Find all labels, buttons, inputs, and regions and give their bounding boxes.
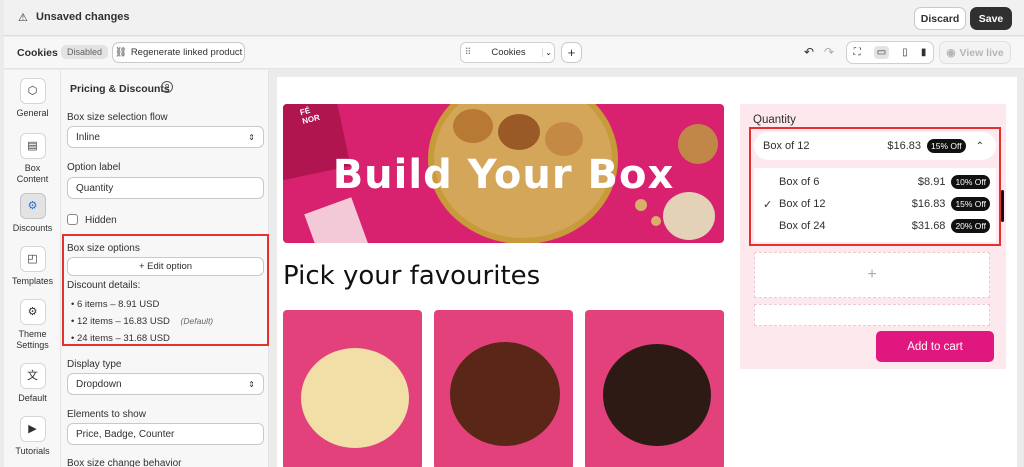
translate-icon: 文 [19, 363, 46, 389]
flow-label: Box size selection flow [67, 112, 168, 123]
editor-toolbar: Cookies Disabled ⛓ Regenerate linked pro… [4, 37, 1024, 69]
rail-label: Templates [11, 276, 54, 286]
chocolate-cookie-image [450, 342, 560, 446]
empty-slot[interactable] [754, 304, 990, 326]
display-type-value: Dropdown [76, 378, 122, 390]
hero-banner: FÉ NOR Build Your Box [283, 104, 724, 243]
view-live-label: View live [959, 46, 1004, 59]
flow-value: Inline [76, 131, 100, 143]
rail-item-discounts[interactable]: ⚙ Discounts [4, 193, 61, 234]
coin-image [651, 216, 661, 226]
scrollbar[interactable] [1001, 190, 1004, 222]
rail-label: Discounts [12, 223, 53, 233]
drag-handle-icon: ⠿ [464, 47, 472, 58]
select-chevron-icon: ⇕ [248, 379, 255, 389]
redo-icon[interactable]: ↷ [824, 45, 834, 59]
status-badge: Disabled [61, 45, 109, 59]
view-live-button[interactable]: ◉ View live [939, 41, 1011, 64]
select-chevron-icon: ⇕ [248, 132, 255, 142]
box-content-icon: ▤ [19, 133, 46, 159]
option-label-title: Option label [67, 162, 121, 173]
desktop-icon[interactable]: ▭ [873, 46, 890, 59]
cookie-image [663, 192, 715, 240]
rail-item-templates[interactable]: ◰ Templates [4, 246, 61, 287]
regenerate-label: Regenerate linked product [130, 47, 243, 58]
cookie-image [498, 114, 540, 150]
discard-button[interactable]: Discard [914, 7, 966, 30]
add-to-cart-button[interactable]: Add to cart [876, 331, 994, 362]
cookie-image [545, 122, 583, 156]
undo-icon[interactable]: ↶ [804, 45, 814, 59]
fullscreen-icon[interactable]: ⛶ [854, 47, 861, 58]
double-chocolate-cookie-image [603, 344, 711, 446]
product-image-card[interactable] [585, 310, 724, 467]
rail-label: General [16, 108, 49, 118]
rail-label: Theme Settings [16, 329, 49, 350]
elements-label: Elements to show [67, 409, 146, 420]
flow-select[interactable]: Inline ⇕ [67, 126, 264, 148]
gear-icon: ⚙ [19, 299, 46, 325]
cookie-image [453, 109, 493, 143]
highlight-quantity-dropdown [749, 127, 1001, 246]
product-image-card[interactable] [434, 310, 573, 467]
option-label-value: Quantity [76, 182, 114, 194]
display-type-label: Display type [67, 359, 122, 370]
product-name: Cookies [17, 47, 58, 59]
rail-item-theme-settings[interactable]: ⚙ Theme Settings [4, 299, 61, 351]
rail-label: Box Content [16, 163, 49, 184]
section-heading: Pick your favourites [283, 261, 541, 291]
hidden-label: Hidden [85, 215, 117, 226]
add-button[interactable]: + [561, 42, 582, 63]
youtube-icon: ▶ [19, 416, 46, 442]
live-icon: ◉ [946, 46, 956, 59]
quantity-label: Quantity [753, 114, 796, 126]
regenerate-button[interactable]: ⛓ Regenerate linked product [112, 42, 245, 63]
highlight-box-options [62, 234, 269, 346]
elements-input[interactable]: Price, Badge, Counter [67, 423, 264, 445]
product-image-card[interactable] [283, 310, 422, 467]
cube-icon: ⬡ [19, 78, 46, 104]
rail-item-box-content[interactable]: ▤ Box Content [4, 133, 61, 185]
template-selector[interactable]: ⠿ Cookies ⌄ [460, 42, 555, 63]
banner-title: Build Your Box [332, 152, 675, 198]
elements-value: Price, Badge, Counter [76, 428, 175, 440]
plus-icon: + [567, 45, 576, 60]
option-label-input[interactable]: Quantity [67, 177, 264, 199]
top-bar: ⚠ Unsaved changes Discard Save [4, 0, 1024, 36]
empty-slot[interactable]: + [754, 252, 990, 298]
decorative-box-image [304, 197, 372, 243]
rail-label: Default [18, 393, 47, 403]
panel-heading: Pricing & Discounts [70, 83, 170, 95]
device-switcher: ⛶ ▭ ▯ ▮ [846, 41, 934, 64]
rail-item-default[interactable]: 文 Default [4, 363, 61, 404]
icon-rail: ⬡ General ▤ Box Content ⚙ Discounts ◰ Te… [4, 70, 61, 467]
mobile-icon[interactable]: ▮ [921, 47, 927, 58]
template-icon: ◰ [19, 246, 46, 272]
rail-item-general[interactable]: ⬡ General [4, 78, 61, 119]
discount-icon: ⚙ [19, 193, 46, 219]
unsaved-title: Unsaved changes [36, 11, 130, 23]
display-type-select[interactable]: Dropdown ⇕ [67, 373, 264, 395]
rail-item-tutorials[interactable]: ▶ Tutorials [4, 416, 61, 457]
hidden-checkbox[interactable] [67, 214, 78, 225]
rail-label: Tutorials [15, 446, 50, 456]
change-behavior-label: Box size change behavior [67, 458, 182, 467]
warning-icon: ⚠ [18, 12, 28, 24]
coin-image [635, 199, 647, 211]
plus-icon: + [867, 266, 877, 283]
chevron-down-icon: ⌄ [542, 48, 554, 57]
link-icon: ⛓ [114, 47, 127, 58]
help-icon[interactable]: ? [161, 81, 173, 93]
save-button[interactable]: Save [970, 7, 1012, 30]
funfetti-cookie-image [301, 348, 409, 448]
tablet-icon[interactable]: ▯ [902, 47, 908, 58]
selector-label: Cookies [491, 47, 526, 58]
